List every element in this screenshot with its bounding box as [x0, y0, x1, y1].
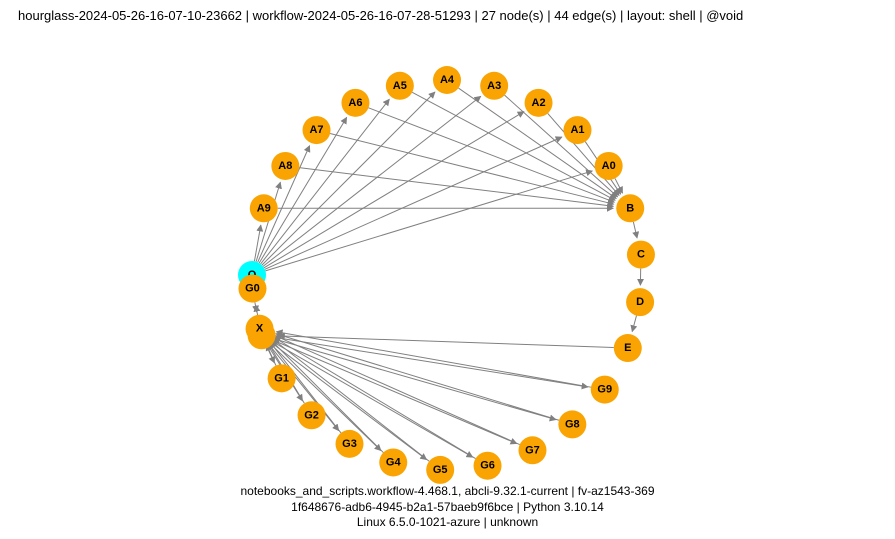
node-G1: G1 — [268, 364, 296, 392]
node-circle-G2 — [298, 401, 326, 429]
node-circle-A3 — [480, 72, 508, 100]
node-A1: A1 — [563, 116, 591, 144]
node-circle-A5 — [386, 72, 414, 100]
node-X: X — [246, 315, 274, 343]
edge-O-A0 — [265, 171, 592, 271]
node-circle-X — [246, 315, 274, 343]
node-circle-G6 — [474, 452, 502, 480]
edge-A8-B — [299, 168, 613, 207]
edge-O-A6 — [259, 117, 346, 263]
node-G9: G9 — [591, 376, 619, 404]
node-circle-A2 — [525, 89, 553, 117]
edge-F-G6 — [274, 342, 473, 457]
node-circle-G0 — [238, 275, 266, 303]
node-circle-G5 — [426, 456, 454, 484]
node-circle-G7 — [518, 436, 546, 464]
node-circle-A8 — [271, 152, 299, 180]
edge-B-C — [633, 222, 637, 238]
node-G6: G6 — [474, 452, 502, 480]
edge-A5-B — [412, 92, 615, 200]
node-G3: G3 — [336, 430, 364, 458]
node-circle-E — [614, 334, 642, 362]
node-A3: A3 — [480, 72, 508, 100]
edge-A7-B — [330, 133, 614, 204]
node-D: D — [626, 288, 654, 316]
node-A7: A7 — [303, 116, 331, 144]
node-G7: G7 — [518, 436, 546, 464]
node-G5: G5 — [426, 456, 454, 484]
node-G0: G0 — [238, 275, 266, 303]
node-A8: A8 — [271, 152, 299, 180]
node-circle-A9 — [250, 194, 278, 222]
node-A9: A9 — [250, 194, 278, 222]
node-G4: G4 — [379, 448, 407, 476]
node-A6: A6 — [341, 89, 369, 117]
edge-D-E — [632, 316, 636, 332]
node-circle-A6 — [341, 89, 369, 117]
node-A2: A2 — [525, 89, 553, 117]
node-circle-A0 — [595, 152, 623, 180]
node-circle-A4 — [433, 66, 461, 94]
node-A5: A5 — [386, 72, 414, 100]
node-circle-G8 — [558, 410, 586, 438]
node-circle-G9 — [591, 376, 619, 404]
node-A4: A4 — [433, 66, 461, 94]
node-B: B — [616, 194, 644, 222]
edge-G4-X — [272, 341, 384, 453]
node-circle-G3 — [336, 430, 364, 458]
node-A0: A0 — [595, 152, 623, 180]
edge-O-A1 — [265, 137, 562, 269]
node-circle-C — [627, 241, 655, 269]
footer-line-2: 1f648676-adb6-4945-b2a1-57baeb9f6bce | P… — [0, 500, 895, 516]
footer-line-1: notebooks_and_scripts.workflow-4.468.1, … — [0, 484, 895, 500]
node-G2: G2 — [298, 401, 326, 429]
node-G8: G8 — [558, 410, 586, 438]
node-circle-D — [626, 288, 654, 316]
diagram-footer: notebooks_and_scripts.workflow-4.468.1, … — [0, 484, 895, 531]
edge-G6-X — [274, 338, 475, 459]
node-circle-A1 — [563, 116, 591, 144]
node-circle-B — [616, 194, 644, 222]
node-C: C — [627, 241, 655, 269]
graph-canvas: OA9A8A7A6A5A4A3A2A1A0BCDEG9G8G7G6G5G4G3G… — [0, 0, 895, 539]
footer-line-3: Linux 6.5.0-1021-azure | unknown — [0, 515, 895, 531]
node-E: E — [614, 334, 642, 362]
node-circle-G1 — [268, 364, 296, 392]
node-circle-G4 — [379, 448, 407, 476]
node-circle-A7 — [303, 116, 331, 144]
